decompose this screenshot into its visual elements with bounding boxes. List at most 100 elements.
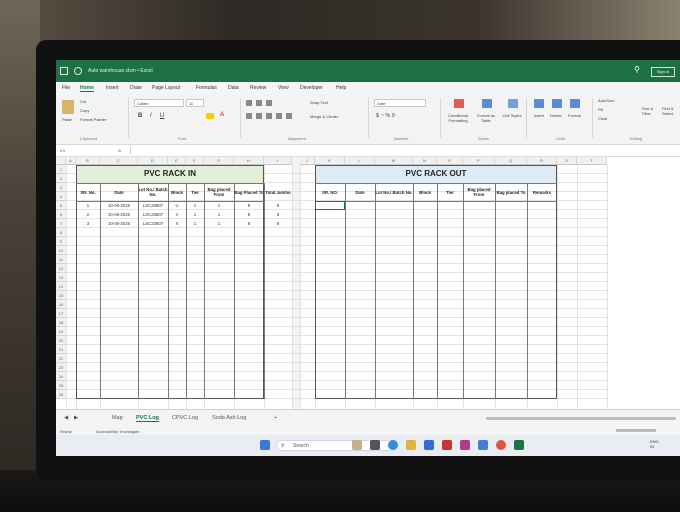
rack-in-cell[interactable]: LSC23807 [138, 212, 168, 217]
add-sheet-icon[interactable]: + [274, 415, 277, 421]
windows-start-icon[interactable] [260, 440, 270, 450]
prev-sheet-icon[interactable]: ◀ [64, 415, 68, 421]
sort-filter-button[interactable]: Sort & Filter [642, 106, 656, 116]
font-color-icon[interactable]: A [220, 112, 224, 118]
rack-in-cell[interactable]: 8 [264, 203, 292, 208]
horizontal-scrollbar[interactable] [486, 417, 676, 420]
row-header[interactable]: 13 [56, 273, 66, 282]
column-header[interactable]: L [345, 157, 375, 165]
row-header[interactable]: 20 [56, 336, 66, 345]
font-name-select[interactable]: Calibri [134, 99, 184, 107]
rack-in-cell[interactable]: 1 [204, 212, 234, 217]
column-header[interactable]: K [315, 157, 345, 165]
menu-help[interactable]: Help [336, 85, 346, 91]
menu-home[interactable]: Home [80, 85, 94, 92]
merge-center-button[interactable]: Merge & Center [310, 114, 338, 119]
menu-review[interactable]: Review [250, 85, 266, 91]
row-header[interactable]: 17 [56, 309, 66, 318]
sheet-tab-map[interactable]: Map [112, 415, 123, 421]
app-icon-red[interactable] [442, 440, 452, 450]
worksheet-grid[interactable]: A B C D E F G H I J K L M N O P Q R S T 1 2 3 4 5 6 7 8 9 10 11 12 13 14 1… [56, 157, 680, 409]
rack-in-cell[interactable]: 2 [76, 212, 100, 217]
selected-cell[interactable] [315, 201, 345, 210]
zoom-slider[interactable] [616, 429, 656, 432]
column-header[interactable]: O [437, 157, 463, 165]
column-header[interactable]: D [138, 157, 168, 165]
format-as-table-icon[interactable] [482, 99, 492, 108]
column-header[interactable]: J [300, 157, 315, 165]
column-header[interactable]: S [557, 157, 577, 165]
accessibility-status[interactable]: Accessibility: Investigate [96, 429, 139, 434]
row-header[interactable]: 19 [56, 327, 66, 336]
rack-in-cell[interactable]: U [168, 203, 186, 208]
store-icon[interactable] [424, 440, 434, 450]
insert-cells-icon[interactable] [534, 99, 544, 108]
chrome-icon[interactable] [496, 440, 506, 450]
row-header[interactable]: 24 [56, 372, 66, 381]
menu-data[interactable]: Data [228, 85, 239, 91]
row-header[interactable]: 5 [56, 201, 66, 210]
edge-browser-icon[interactable] [388, 440, 398, 450]
align-left-icons[interactable] [246, 113, 296, 119]
column-header[interactable]: M [375, 157, 413, 165]
row-header[interactable]: 9 [56, 237, 66, 246]
bold-icon[interactable]: B [138, 113, 142, 119]
rack-in-cell[interactable]: 1 [186, 221, 204, 226]
rack-in-cell[interactable]: 3 [76, 221, 100, 226]
sheet-tab-pvc-log[interactable]: PVC Log [136, 415, 159, 422]
find-select-button[interactable]: Find & Select [662, 106, 678, 116]
conditional-formatting-icon[interactable] [454, 99, 464, 108]
column-header[interactable]: E [168, 157, 186, 165]
align-top-icons[interactable] [246, 100, 276, 106]
column-header[interactable]: A [66, 157, 76, 165]
row-header[interactable]: 1 [56, 165, 66, 174]
cell-styles-icon[interactable] [508, 99, 518, 108]
autosum-button[interactable]: AutoSum [598, 98, 614, 103]
row-header[interactable]: 18 [56, 318, 66, 327]
rack-in-cell[interactable]: 8 [234, 203, 264, 208]
menu-file[interactable]: File [62, 85, 70, 91]
clear-button[interactable]: Clear [598, 116, 608, 121]
menu-insert[interactable]: Insert [106, 85, 119, 91]
autosave-icon[interactable] [74, 67, 82, 75]
formula-input[interactable] [130, 147, 679, 154]
row-header[interactable]: 12 [56, 264, 66, 273]
column-header[interactable]: H [234, 157, 264, 165]
fx-icon[interactable]: fx [118, 148, 121, 153]
widget-icon[interactable] [352, 440, 362, 450]
search-icon[interactable]: ⚲ [634, 65, 640, 74]
menu-view[interactable]: View [278, 85, 289, 91]
rack-in-cell[interactable]: 1 [186, 203, 204, 208]
delete-cells-button[interactable]: Delete [550, 113, 562, 118]
rack-in-cell[interactable]: 1 [204, 221, 234, 226]
rack-in-cell[interactable]: 8 [264, 212, 292, 217]
rack-in-cell[interactable]: LSC23807 [138, 203, 168, 208]
row-header[interactable]: 2 [56, 174, 66, 183]
paste-icon[interactable] [62, 100, 74, 114]
number-format-select[interactable]: Date [374, 99, 426, 107]
menu-formulas[interactable]: Formulas [196, 85, 217, 91]
italic-icon[interactable]: I [150, 113, 152, 119]
sheet-tab-soda-ash-log[interactable]: Soda Ash Log [212, 415, 246, 421]
rack-in-cell[interactable]: V [168, 212, 186, 217]
column-header[interactable]: R [527, 157, 557, 165]
cell-styles-button[interactable]: Cell Styles [502, 113, 522, 118]
file-explorer-icon[interactable] [406, 440, 416, 450]
menu-developer[interactable]: Developer [300, 85, 323, 91]
currency-icon[interactable]: $ ~ % 9 [376, 113, 395, 119]
rack-in-cell[interactable]: 10-06-2026 [100, 203, 138, 208]
rack-in-cell[interactable]: 10-06-2026 [100, 212, 138, 217]
row-header[interactable]: 10 [56, 246, 66, 255]
rack-in-cell[interactable]: 8 [264, 221, 292, 226]
column-header[interactable]: F [186, 157, 204, 165]
format-cells-icon[interactable] [570, 99, 580, 108]
row-header[interactable]: 14 [56, 282, 66, 291]
task-view-icon[interactable] [370, 440, 380, 450]
format-cells-button[interactable]: Format [568, 113, 581, 118]
paste-button[interactable]: Paste [62, 117, 72, 122]
row-header[interactable]: 26 [56, 390, 66, 399]
row-header[interactable]: 4 [56, 192, 66, 201]
rack-in-cell[interactable]: X [168, 221, 186, 226]
column-header[interactable]: G [204, 157, 234, 165]
row-header[interactable]: 11 [56, 255, 66, 264]
